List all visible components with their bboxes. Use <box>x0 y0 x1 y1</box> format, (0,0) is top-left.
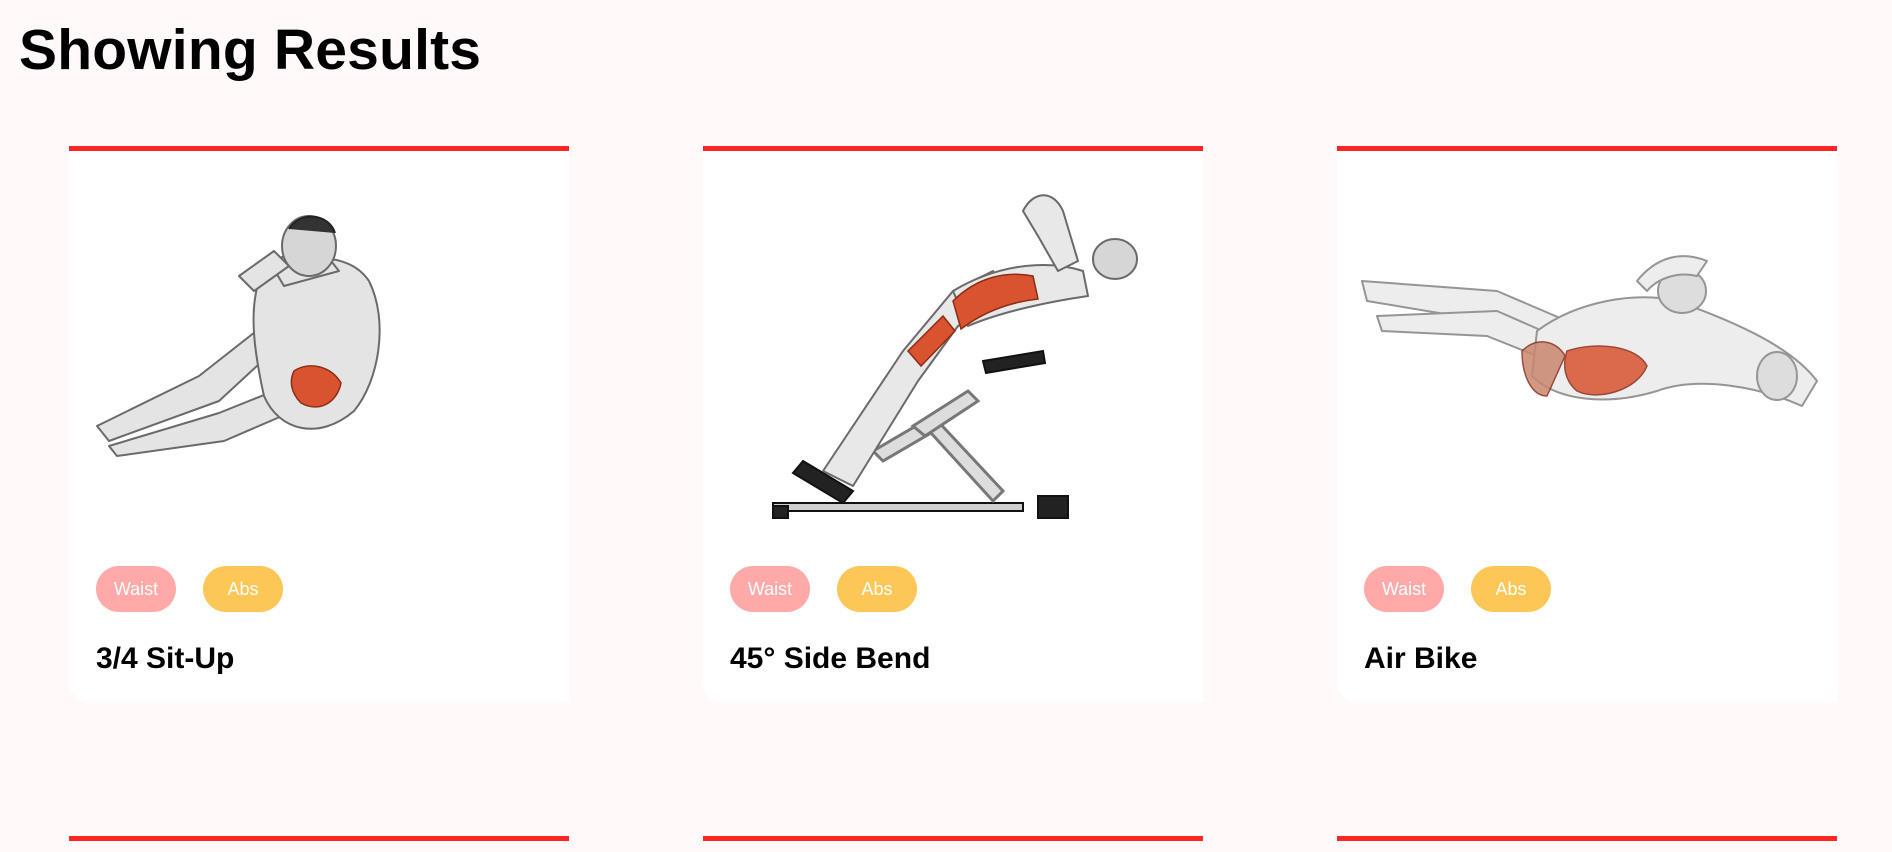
air-bike-illustration <box>1361 255 1818 407</box>
side-bend-illustration <box>772 194 1138 519</box>
body-part-tag[interactable]: Waist <box>730 566 810 612</box>
target-tag[interactable]: Abs <box>837 566 917 612</box>
exercise-card[interactable]: Waist Abs 45° Side Bend <box>703 146 1203 702</box>
exercise-card[interactable]: Waist Abs 3/4 Sit-Up <box>69 146 569 702</box>
body-part-tag[interactable]: Waist <box>1364 566 1444 612</box>
next-card-top-border <box>703 836 1203 841</box>
exercise-card[interactable]: Waist Abs Air Bike <box>1337 146 1837 702</box>
page-title: Showing Results <box>19 18 482 82</box>
next-card-top-border <box>69 836 569 841</box>
next-card-top-border <box>1337 836 1837 841</box>
exercise-name: Air Bike <box>1364 642 1478 675</box>
target-tag[interactable]: Abs <box>203 566 283 612</box>
body-part-tag[interactable]: Waist <box>96 566 176 612</box>
sit-up-illustration <box>96 215 381 457</box>
target-tag[interactable]: Abs <box>1471 566 1551 612</box>
exercise-name: 3/4 Sit-Up <box>96 642 235 675</box>
exercise-name: 45° Side Bend <box>730 642 931 675</box>
